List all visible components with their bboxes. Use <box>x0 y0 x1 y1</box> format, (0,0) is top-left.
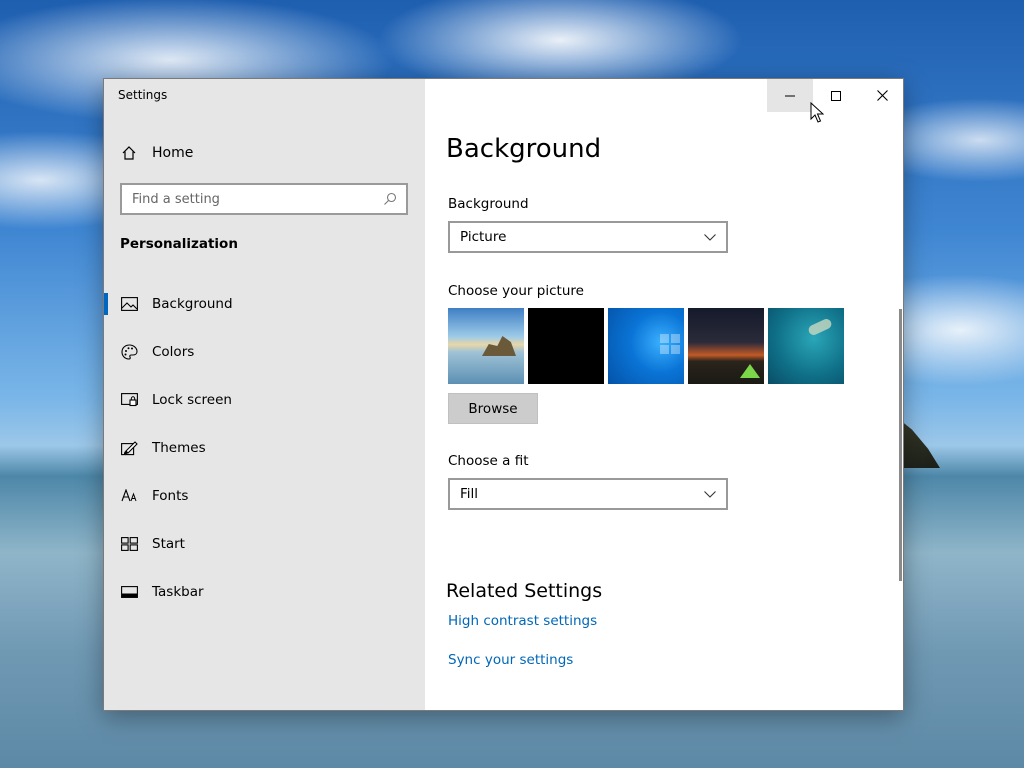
choose-picture-label: Choose your picture <box>448 283 584 299</box>
image-icon <box>120 295 138 313</box>
background-label: Background <box>448 196 529 212</box>
picture-thumbnail[interactable] <box>448 308 524 384</box>
sidebar-item-taskbar[interactable]: Taskbar <box>104 568 425 616</box>
sidebar-item-background[interactable]: Background <box>104 280 425 328</box>
sidebar-item-start[interactable]: Start <box>104 520 425 568</box>
sidebar-item-label: Lock screen <box>152 392 232 408</box>
sidebar-item-label: Colors <box>152 344 195 360</box>
chevron-down-icon <box>704 490 716 498</box>
sidebar-item-colors[interactable]: Colors <box>104 328 425 376</box>
minimize-button[interactable] <box>767 79 813 112</box>
search-input[interactable] <box>122 186 378 212</box>
section-title: Personalization <box>120 236 238 252</box>
settings-window: Settings Home Personalization Background <box>103 78 904 711</box>
sync-settings-link[interactable]: Sync your settings <box>448 652 573 668</box>
sidebar-item-label: Taskbar <box>152 584 204 600</box>
chevron-down-icon <box>704 233 716 241</box>
picture-thumbnail[interactable] <box>768 308 844 384</box>
sidebar-item-fonts[interactable]: Fonts <box>104 472 425 520</box>
sidebar: Settings Home Personalization Background <box>104 79 425 710</box>
picture-thumbnail[interactable] <box>688 308 764 384</box>
sidebar-item-themes[interactable]: Themes <box>104 424 425 472</box>
close-icon <box>876 90 888 101</box>
font-icon <box>120 487 138 505</box>
search-icon[interactable] <box>378 187 402 211</box>
palette-icon <box>120 343 138 361</box>
sidebar-item-label: Background <box>152 296 233 312</box>
brush-icon <box>120 439 138 457</box>
related-settings-title: Related Settings <box>446 580 603 602</box>
minimize-icon <box>785 95 795 96</box>
maximize-icon <box>831 90 841 101</box>
taskbar-icon <box>120 583 138 601</box>
home-icon <box>120 144 138 162</box>
fit-label: Choose a fit <box>448 453 529 469</box>
desktop-island <box>900 420 940 468</box>
home-link[interactable]: Home <box>120 142 193 164</box>
search-box <box>120 183 408 215</box>
sidebar-item-lock-screen[interactable]: Lock screen <box>104 376 425 424</box>
window-title: Settings <box>118 88 168 102</box>
sidebar-item-label: Start <box>152 536 185 552</box>
scrollbar[interactable] <box>899 309 902 581</box>
sidebar-item-label: Fonts <box>152 488 189 504</box>
background-dropdown[interactable]: Picture <box>448 221 728 253</box>
picture-thumbnails <box>448 308 848 384</box>
close-button[interactable] <box>859 79 905 112</box>
lock-screen-icon <box>120 391 138 409</box>
content-pane: Background Background Picture Choose you… <box>425 79 903 710</box>
high-contrast-link[interactable]: High contrast settings <box>448 613 597 629</box>
sidebar-item-label: Themes <box>152 440 206 456</box>
home-label: Home <box>152 145 194 161</box>
nav-list: Background Colors Lock screen Themes Fon… <box>104 280 425 616</box>
mouse-cursor-icon <box>810 102 824 123</box>
page-title: Background <box>446 134 602 164</box>
fit-dropdown[interactable]: Fill <box>448 478 728 510</box>
picture-thumbnail[interactable] <box>528 308 604 384</box>
fit-dropdown-value: Fill <box>460 486 479 502</box>
background-dropdown-value: Picture <box>460 229 507 245</box>
browse-button[interactable]: Browse <box>448 393 538 424</box>
start-icon <box>120 535 138 553</box>
picture-thumbnail[interactable] <box>608 308 684 384</box>
